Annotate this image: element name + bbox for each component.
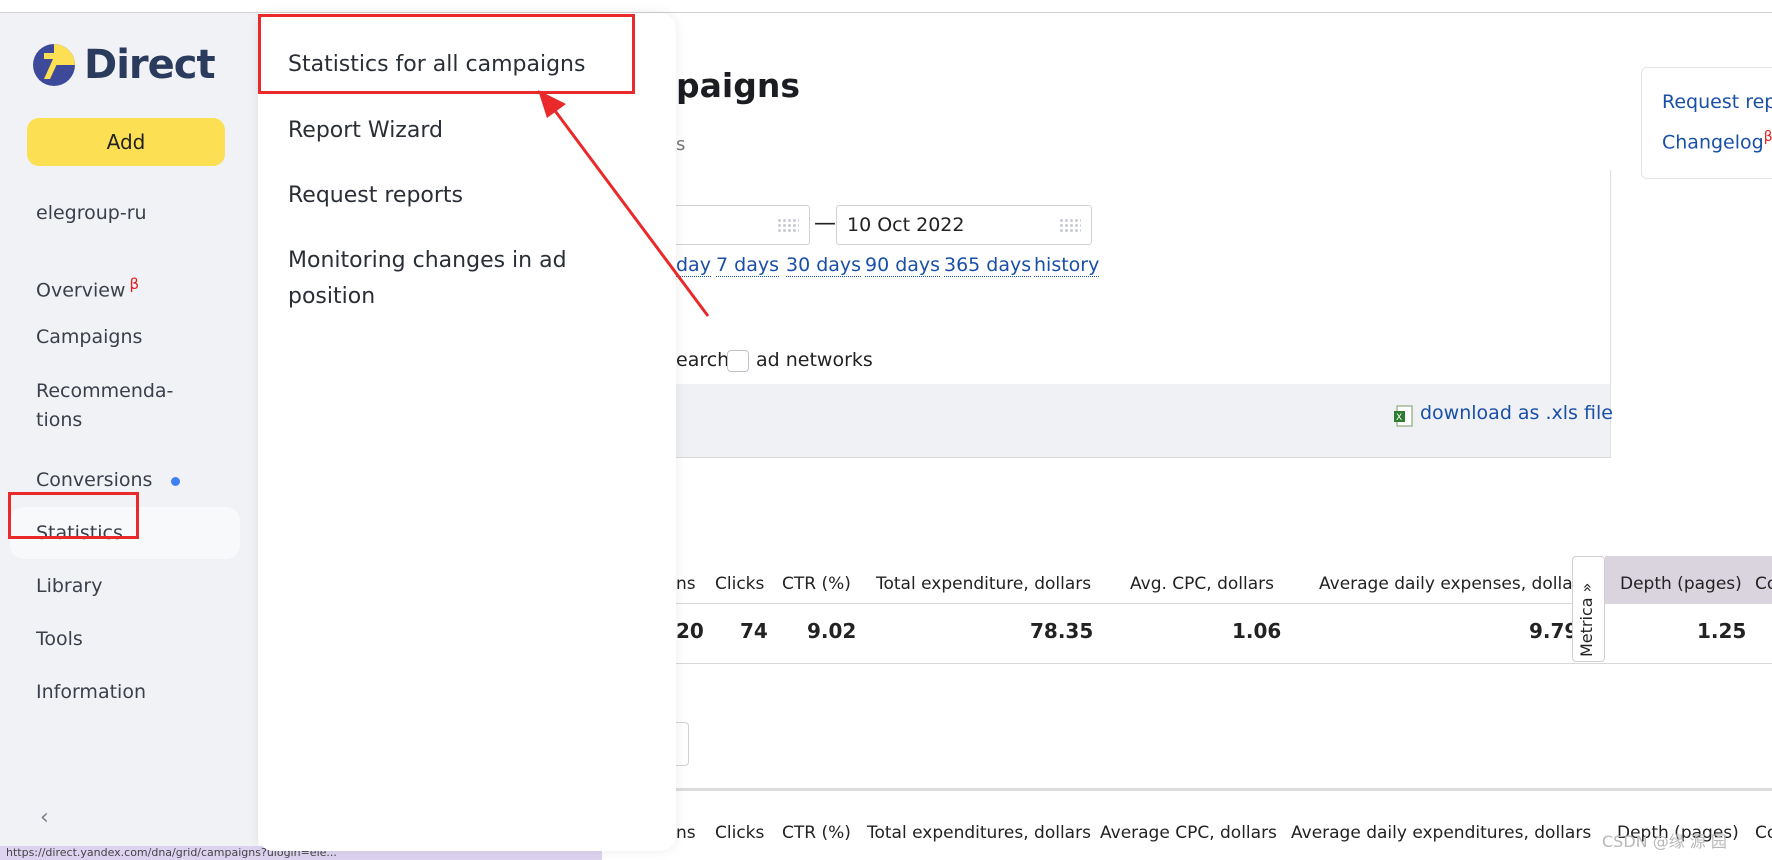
annotation-arrow [538,90,710,317]
